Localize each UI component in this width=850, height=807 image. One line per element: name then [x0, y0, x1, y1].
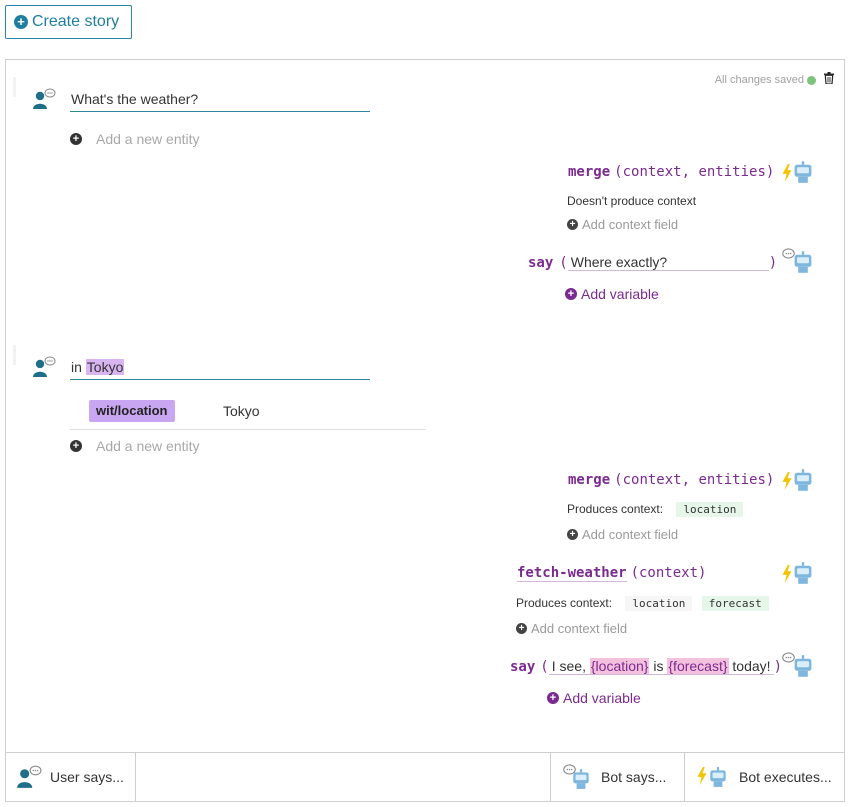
bot-say-action: say ( Where exactly? ) — [528, 254, 777, 271]
function-args: (context, entities) — [614, 472, 775, 488]
entity-highlight[interactable]: Tokyo — [85, 359, 125, 375]
produces-context: Produces context: location forecast — [516, 596, 769, 611]
entity-value[interactable]: Tokyo — [223, 403, 260, 419]
action-merge[interactable]: merge (context, entities) — [568, 164, 774, 180]
user-says-icon — [32, 88, 56, 110]
say-text: today! — [728, 658, 771, 674]
function-name: merge — [568, 164, 611, 180]
add-entity-label: Add a new entity — [96, 438, 200, 454]
entity-tag[interactable]: wit/location — [89, 400, 175, 422]
user-says-label: User says... — [50, 769, 124, 785]
add-entity-button[interactable]: + Add a new entity — [70, 438, 200, 454]
bot-say-action: say ( I see, {location} is {forecast} to… — [510, 658, 782, 675]
plus-circle-icon: + — [567, 219, 578, 230]
user-says-button[interactable]: User says... — [6, 753, 136, 801]
user-step-handle[interactable] — [13, 77, 16, 97]
variable-highlight[interactable]: {location} — [589, 658, 650, 674]
context-chip[interactable]: location — [625, 596, 693, 611]
robot-icon — [790, 468, 816, 492]
open-paren: ( — [559, 255, 568, 271]
save-status-dot — [807, 76, 816, 85]
bot-says-label: Bot says... — [601, 769, 667, 785]
add-context-label: Add context field — [582, 527, 679, 542]
say-text: I see, — [551, 658, 590, 674]
add-context-label: Add context field — [582, 217, 679, 232]
say-keyword: say — [528, 255, 554, 271]
plus-circle-icon: + — [70, 440, 82, 452]
produces-context: Produces context: location — [567, 502, 744, 517]
user-says-input[interactable]: What's the weather? — [70, 90, 370, 112]
plus-circle-icon: + — [567, 529, 578, 540]
bot-says-input[interactable]: I see, {location} is {forecast} today! — [548, 658, 774, 675]
context-chip[interactable]: location — [676, 502, 744, 517]
plus-circle-icon: + — [516, 623, 527, 634]
robot-icon — [790, 250, 816, 274]
function-name: merge — [568, 472, 611, 488]
add-variable-button[interactable]: + Add variable — [565, 286, 659, 302]
add-entity-button[interactable]: + Add a new entity — [70, 131, 200, 147]
bot-says-icon — [563, 764, 593, 790]
bot-executes-label: Bot executes... — [739, 769, 832, 785]
create-story-label: Create story — [32, 13, 120, 30]
entity-row: wit/location Tokyo — [70, 397, 426, 430]
plus-circle-icon: + — [70, 133, 82, 145]
action-merge[interactable]: merge (context, entities) — [568, 472, 774, 488]
create-story-button[interactable]: + Create story — [5, 5, 132, 39]
save-status-text: All changes saved — [714, 74, 804, 86]
add-entity-label: Add a new entity — [96, 131, 200, 147]
context-status: Doesn't produce context — [567, 194, 697, 208]
robot-icon — [790, 160, 816, 184]
user-says-icon — [16, 765, 42, 789]
plus-circle-icon: + — [14, 15, 28, 29]
footer-spacer — [136, 753, 550, 801]
bot-says-input[interactable]: Where exactly? — [567, 254, 769, 271]
produces-context-label: Produces context: — [516, 596, 613, 610]
story-footer: User says... Bot says... Bot executes... — [6, 752, 844, 801]
robot-icon — [790, 561, 816, 585]
add-variable-button[interactable]: + Add variable — [547, 690, 641, 706]
add-variable-label: Add variable — [563, 690, 641, 706]
action-fetch-weather[interactable]: fetch-weather (context) — [517, 565, 706, 582]
bot-executes-button[interactable]: Bot executes... — [684, 753, 844, 801]
add-context-label: Add context field — [531, 621, 628, 636]
bot-says-button[interactable]: Bot says... — [550, 753, 684, 801]
add-context-field-button[interactable]: + Add context field — [567, 217, 678, 232]
user-says-icon — [32, 356, 56, 378]
variable-highlight[interactable]: {forecast} — [667, 658, 729, 674]
user-says-input[interactable]: in Tokyo — [70, 358, 370, 380]
user-text: in — [71, 359, 86, 375]
produces-context-label: Produces context: — [567, 502, 664, 516]
trash-icon[interactable] — [824, 72, 834, 84]
bot-executes-icon — [697, 764, 731, 790]
say-text: is — [649, 658, 668, 674]
close-paren: ) — [768, 255, 778, 271]
add-context-field-button[interactable]: + Add context field — [567, 527, 678, 542]
add-variable-label: Add variable — [581, 286, 659, 302]
robot-icon — [790, 654, 816, 678]
function-name: fetch-weather — [517, 565, 627, 582]
add-context-field-button[interactable]: + Add context field — [516, 621, 627, 636]
user-step-handle[interactable] — [13, 345, 16, 365]
story-panel: All changes saved What's the weather? + … — [5, 59, 845, 802]
open-paren: ( — [540, 659, 549, 675]
say-keyword: say — [510, 659, 536, 675]
context-chip[interactable]: forecast — [701, 596, 769, 611]
plus-circle-icon: + — [565, 288, 577, 300]
close-paren: ) — [773, 659, 782, 675]
function-args: (context) — [630, 565, 707, 581]
function-args: (context, entities) — [614, 164, 775, 180]
plus-circle-icon: + — [547, 692, 559, 704]
